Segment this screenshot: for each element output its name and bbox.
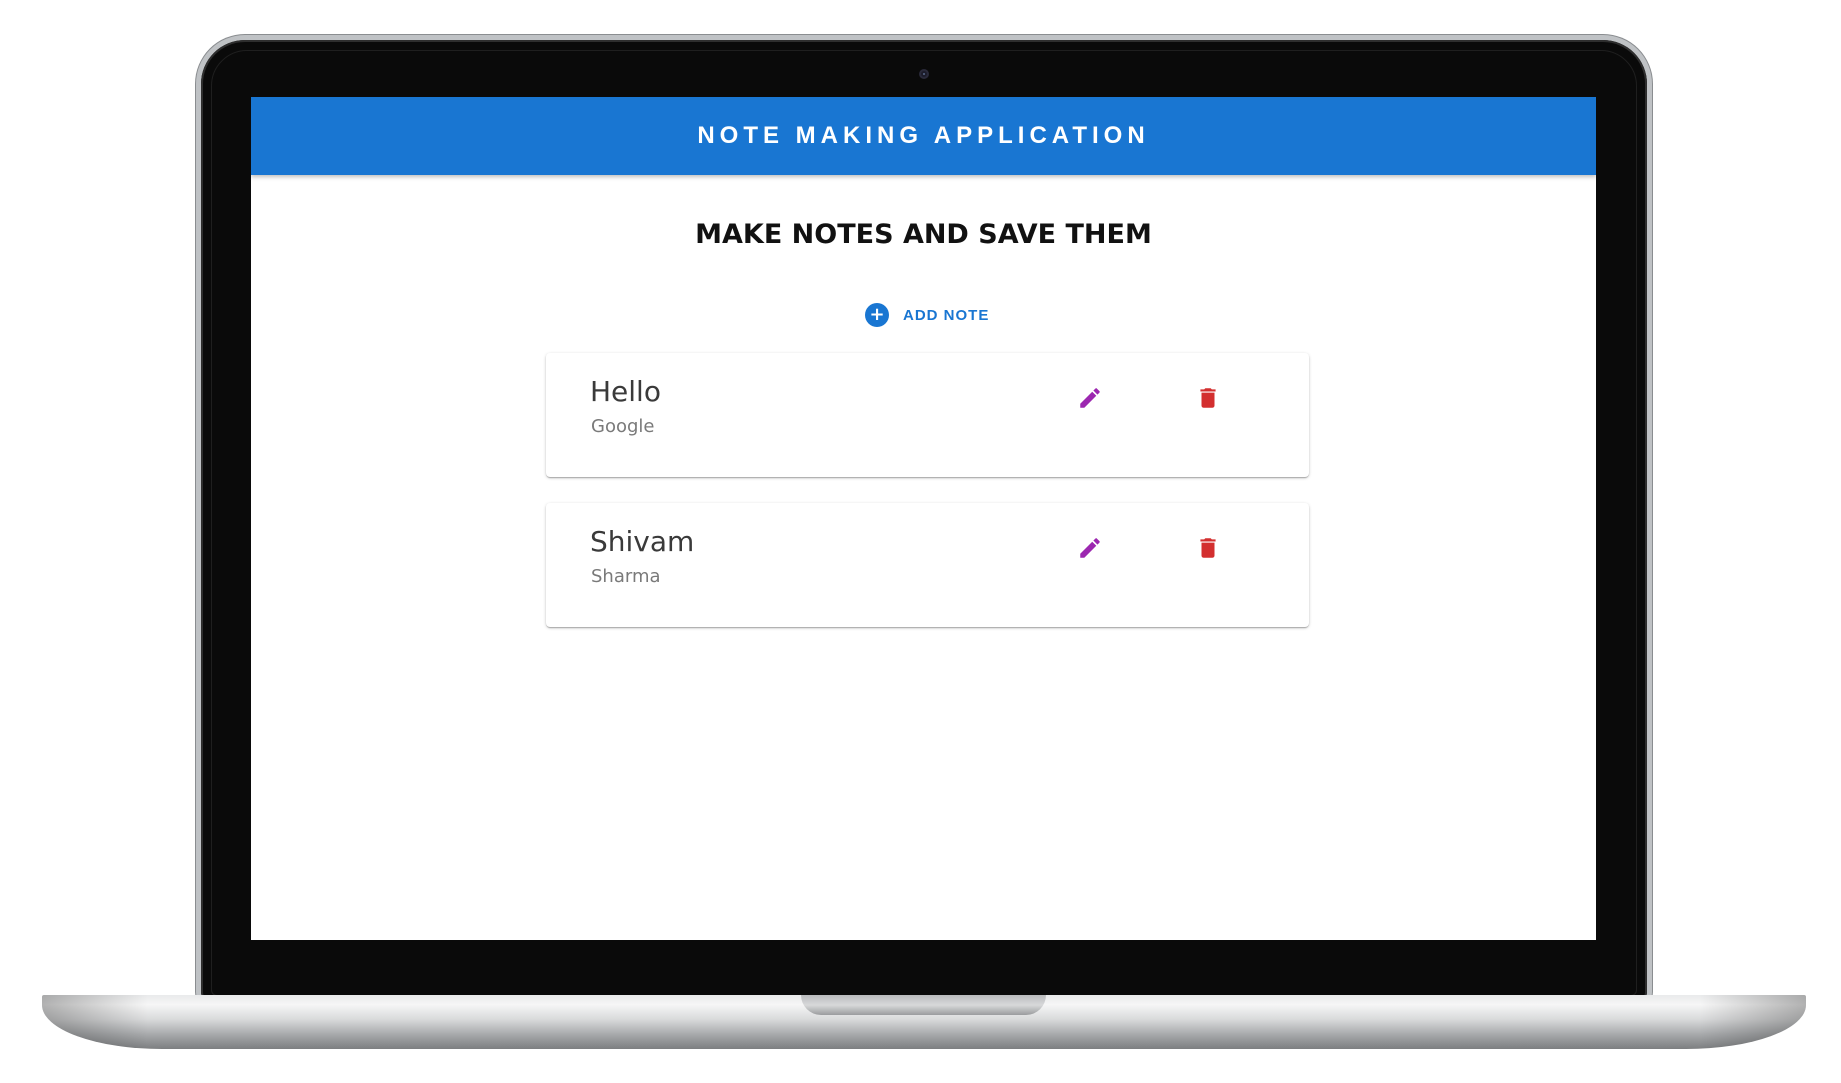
page-heading: MAKE NOTES AND SAVE THEM xyxy=(695,219,1152,250)
add-note-button[interactable]: + ADD NOTE xyxy=(865,303,989,327)
note-card: Hello Google xyxy=(546,353,1309,477)
pencil-icon xyxy=(1080,388,1100,408)
app-screen: NOTE MAKING APPLICATION MAKE NOTES AND S… xyxy=(251,97,1596,940)
edit-note-button[interactable] xyxy=(1075,533,1105,563)
laptop-hinge-notch xyxy=(801,995,1046,1015)
camera-icon xyxy=(919,69,929,79)
delete-note-button[interactable] xyxy=(1193,533,1223,563)
note-title: Hello xyxy=(590,375,661,408)
note-content: Sharma xyxy=(591,566,661,587)
edit-note-button[interactable] xyxy=(1075,383,1105,413)
trash-icon xyxy=(1200,388,1216,408)
add-note-label: ADD NOTE xyxy=(903,306,990,324)
pencil-icon xyxy=(1080,538,1100,558)
note-title: Shivam xyxy=(590,525,695,558)
trash-icon xyxy=(1200,538,1216,558)
app-bar: NOTE MAKING APPLICATION xyxy=(251,97,1596,175)
app-title: NOTE MAKING APPLICATION xyxy=(697,122,1150,149)
delete-note-button[interactable] xyxy=(1193,383,1223,413)
laptop-mockup: NOTE MAKING APPLICATION MAKE NOTES AND S… xyxy=(0,0,1841,1083)
add-circle-icon: + xyxy=(865,303,889,327)
note-card: Shivam Sharma xyxy=(546,503,1309,627)
note-content: Google xyxy=(591,416,655,437)
